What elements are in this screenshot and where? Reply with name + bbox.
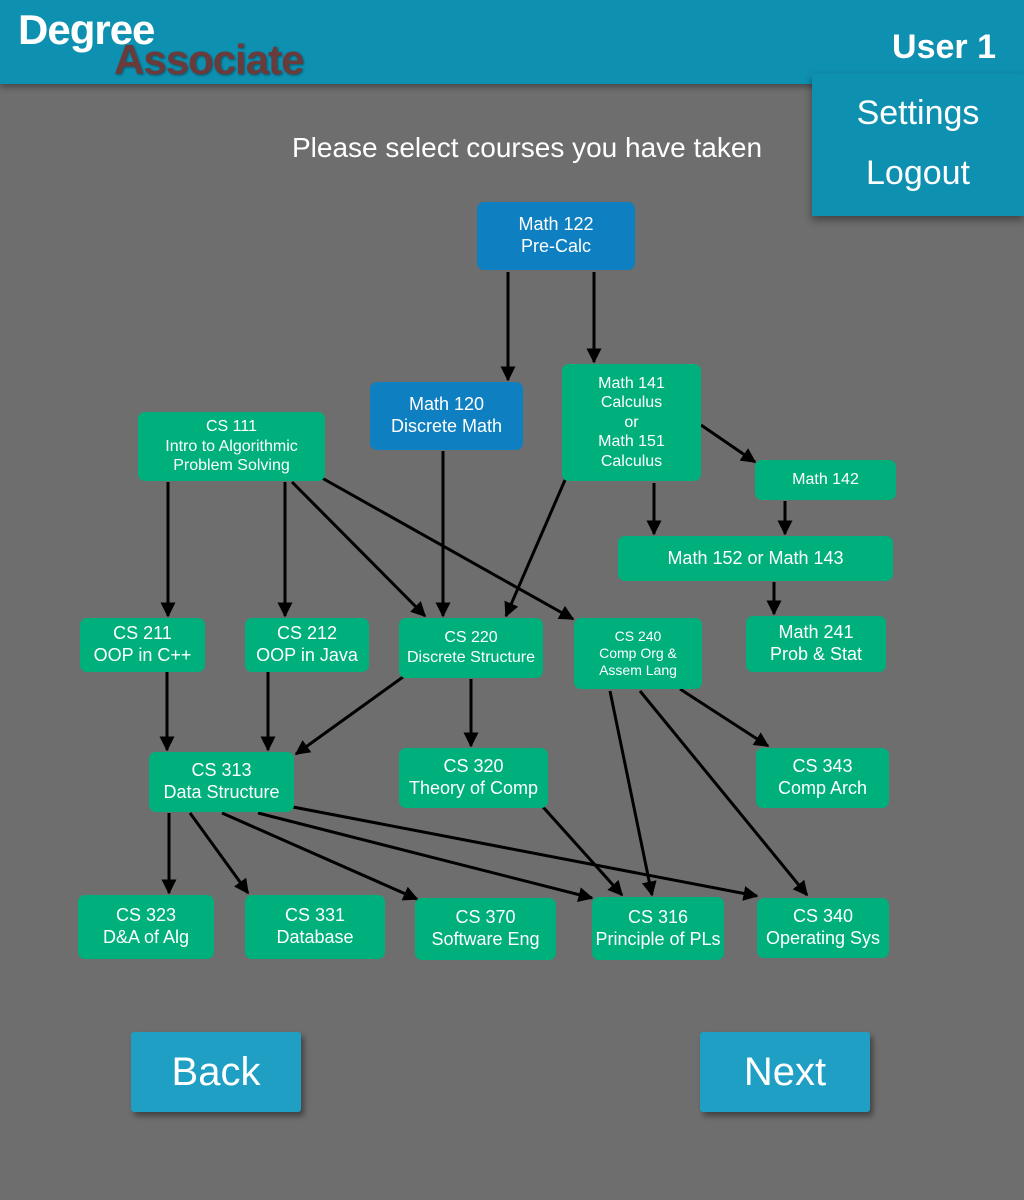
back-button[interactable]: Back: [131, 1032, 301, 1112]
arrow-math141-math142: [700, 423, 757, 464]
arrow-cs111-cs220: [290, 480, 427, 618]
arrow-cs313-cs331: [188, 812, 250, 895]
course-cs-212[interactable]: CS 212 OOP in Java: [245, 618, 369, 672]
course-cs-313[interactable]: CS 313 Data Structure: [149, 752, 294, 812]
arrow-cs240-cs316: [608, 690, 657, 897]
course-cs-211[interactable]: CS 211 OOP in C++: [80, 618, 205, 672]
course-math-122[interactable]: Math 122 Pre-Calc: [477, 202, 635, 270]
course-cs-111[interactable]: CS 111 Intro to Algorithmic Problem Solv…: [138, 412, 325, 481]
course-cs-331[interactable]: CS 331 Database: [245, 895, 385, 959]
arrow-cs313-cs340: [292, 805, 759, 901]
course-cs-343[interactable]: CS 343 Comp Arch: [756, 748, 889, 808]
course-cs-316[interactable]: CS 316 Principle of PLs: [592, 897, 724, 960]
course-math-141[interactable]: Math 141 Calculus or Math 151 Calculus: [562, 364, 701, 481]
arrow-cs220-cs313: [294, 675, 404, 756]
prerequisite-arrows: [159, 272, 809, 902]
course-math-152[interactable]: Math 152 or Math 143: [618, 536, 893, 581]
course-cs-320[interactable]: CS 320 Theory of Comp: [399, 748, 548, 808]
course-cs-340[interactable]: CS 340 Operating Sys: [757, 898, 889, 958]
course-math-142[interactable]: Math 142: [755, 460, 896, 500]
course-math-120[interactable]: Math 120 Discrete Math: [370, 382, 523, 450]
course-math-241[interactable]: Math 241 Prob & Stat: [746, 616, 886, 672]
course-cs-370[interactable]: CS 370 Software Eng: [415, 898, 556, 960]
arrow-cs240-cs343: [679, 687, 770, 748]
arrow-cs320-cs316: [541, 805, 624, 897]
next-button[interactable]: Next: [700, 1032, 870, 1112]
course-cs-220[interactable]: CS 220 Discrete Structure: [399, 618, 543, 678]
arrow-math141-cs220: [504, 479, 567, 618]
course-cs-240[interactable]: CS 240 Comp Org & Assem Lang: [574, 618, 702, 689]
course-cs-323[interactable]: CS 323 D&A of Alg: [78, 895, 214, 959]
